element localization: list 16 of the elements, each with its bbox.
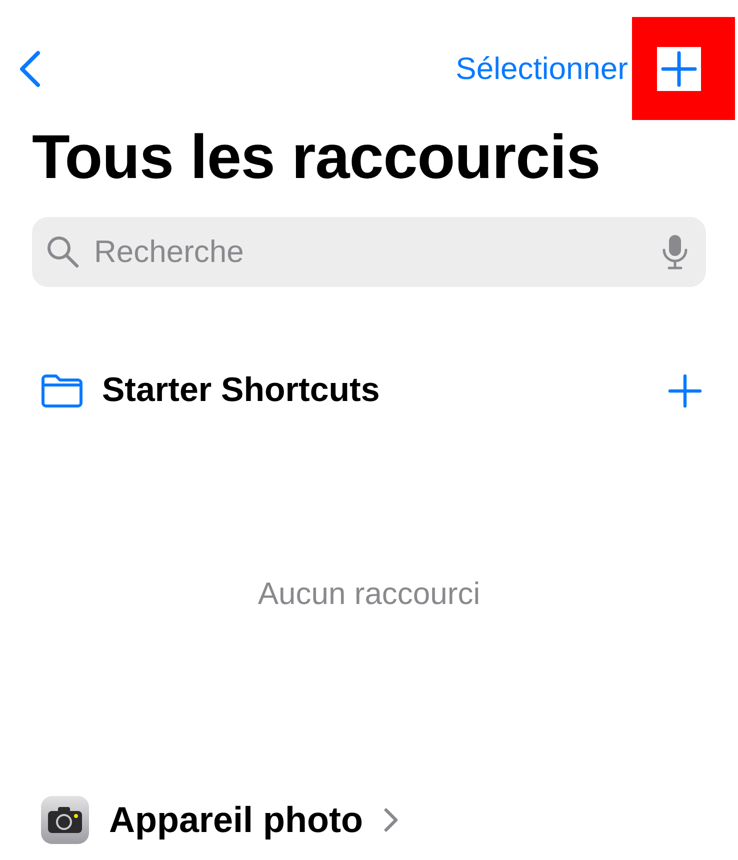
folder-icon (40, 374, 84, 408)
plus-icon (660, 50, 696, 86)
plus-icon (668, 374, 702, 408)
search-field[interactable]: Recherche (92, 233, 650, 271)
empty-message: Aucun raccourci (258, 576, 480, 611)
search-bar[interactable]: Recherche (32, 217, 706, 287)
microphone-icon[interactable] (662, 234, 688, 270)
add-button[interactable] (656, 46, 700, 90)
camera-app-icon (41, 796, 89, 844)
folder-name[interactable]: Starter Shortcuts (102, 371, 650, 410)
select-button[interactable]: Sélectionner (456, 50, 628, 86)
page-title: Tous les raccourcis (32, 127, 602, 189)
search-icon (46, 235, 80, 269)
add-button[interactable] (668, 374, 702, 408)
chevron-right-icon[interactable] (383, 807, 399, 833)
section-title[interactable]: Appareil photo (109, 799, 363, 841)
